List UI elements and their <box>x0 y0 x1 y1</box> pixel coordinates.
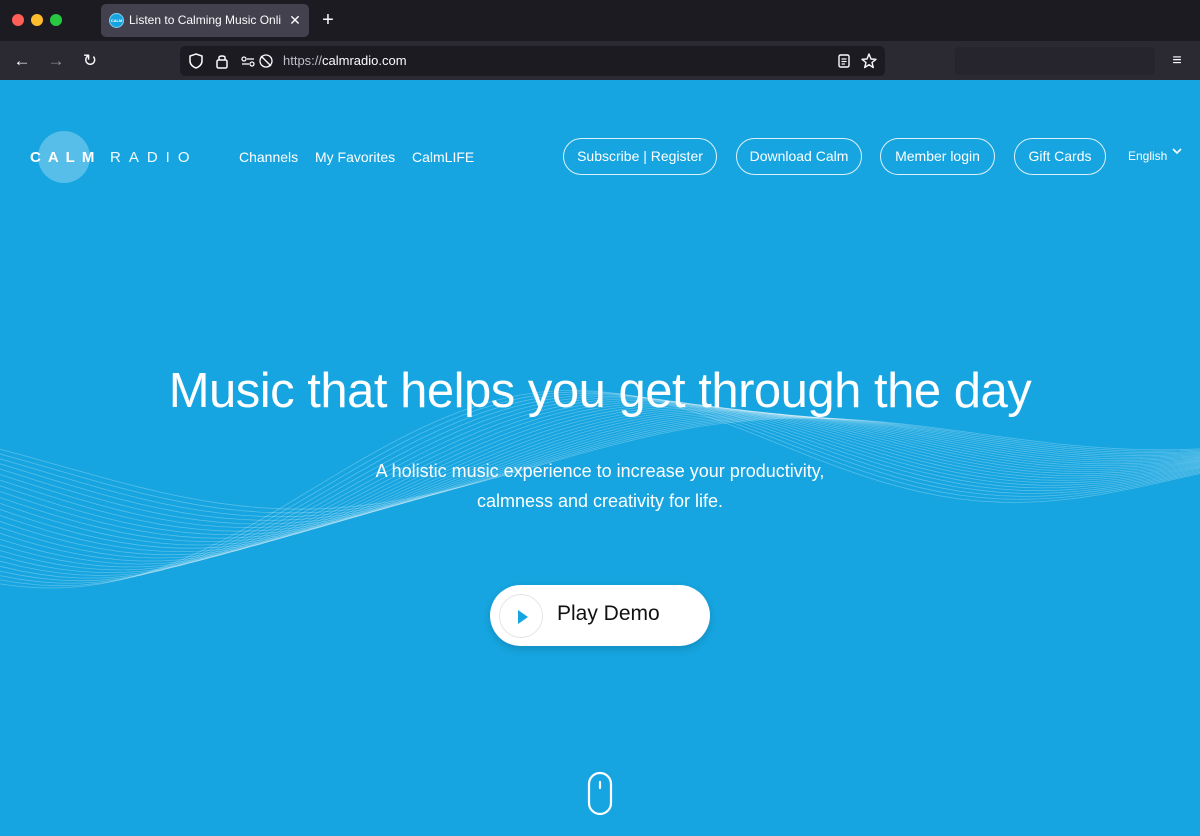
tab-strip: CALM Listen to Calming Music Online – ✕ … <box>0 0 1200 41</box>
browser-tab[interactable]: CALM Listen to Calming Music Online – ✕ <box>101 4 309 37</box>
nav-link-calmlife[interactable]: CalmLIFE <box>412 149 474 165</box>
web-page: CALM RADIO Channels My Favorites CalmLIF… <box>0 80 1200 836</box>
gift-cards-button[interactable]: Gift Cards <box>1014 138 1106 175</box>
new-tab-button[interactable]: + <box>318 10 338 30</box>
language-selector[interactable]: English <box>1128 149 1167 163</box>
wave-line <box>0 391 1200 587</box>
hero-subline-2: calmness and creativity for life. <box>476 491 724 511</box>
zoom-window-button[interactable] <box>50 14 62 26</box>
back-button[interactable]: ← <box>11 50 33 72</box>
play-icon-circle <box>499 594 543 638</box>
url-bar[interactable]: https://calmradio.com <box>180 46 885 76</box>
menu-icon[interactable]: ≡ <box>1166 50 1188 72</box>
download-calm-button[interactable]: Download Calm <box>736 138 862 175</box>
hero-headline: Music that helps you get through the day <box>168 364 1032 418</box>
close-tab-icon[interactable]: ✕ <box>286 11 304 29</box>
wave-decoration <box>0 389 1200 589</box>
subscribe-register-button[interactable]: Subscribe | Register <box>563 138 717 175</box>
play-demo-button[interactable]: Play Demo <box>490 585 710 646</box>
logo-radio-text: RADIO <box>110 149 198 166</box>
mouse-scroll-icon[interactable] <box>587 771 613 816</box>
member-login-button[interactable]: Member login <box>880 138 995 175</box>
lock-icon[interactable] <box>213 52 231 70</box>
favicon-icon: CALM <box>109 13 124 28</box>
forward-button[interactable]: → <box>45 50 67 72</box>
logo-calm-text: CALM <box>30 149 102 166</box>
url-text[interactable]: https://calmradio.com <box>283 53 407 68</box>
tab-title: Listen to Calming Music Online – <box>129 13 281 27</box>
wave-line <box>0 397 1200 576</box>
browser-window: CALM Listen to Calming Music Online – ✕ … <box>0 0 1200 836</box>
site-logo[interactable]: CALM RADIO <box>30 131 210 185</box>
permissions-icon[interactable] <box>239 52 275 70</box>
minimize-window-button[interactable] <box>31 14 43 26</box>
nav-toolbar: ← → ↻ https://calmradio.com ≡ <box>0 41 1200 80</box>
close-window-button[interactable] <box>12 14 24 26</box>
hero-subline-1: A holistic music experience to increase … <box>375 461 825 481</box>
play-demo-label: Play Demo <box>557 602 660 625</box>
chevron-down-icon[interactable] <box>1172 147 1182 155</box>
star-icon[interactable] <box>860 52 878 70</box>
nav-link-my-favorites[interactable]: My Favorites <box>315 149 395 165</box>
play-icon <box>518 610 528 624</box>
reload-button[interactable]: ↻ <box>79 50 101 72</box>
wave-line <box>0 402 1200 565</box>
nav-link-channels[interactable]: Channels <box>239 149 298 165</box>
wave-line <box>0 389 1200 589</box>
reader-icon[interactable] <box>835 52 853 70</box>
shield-icon[interactable] <box>187 52 205 70</box>
wave-line <box>0 394 1200 582</box>
extensions-area <box>955 47 1155 75</box>
